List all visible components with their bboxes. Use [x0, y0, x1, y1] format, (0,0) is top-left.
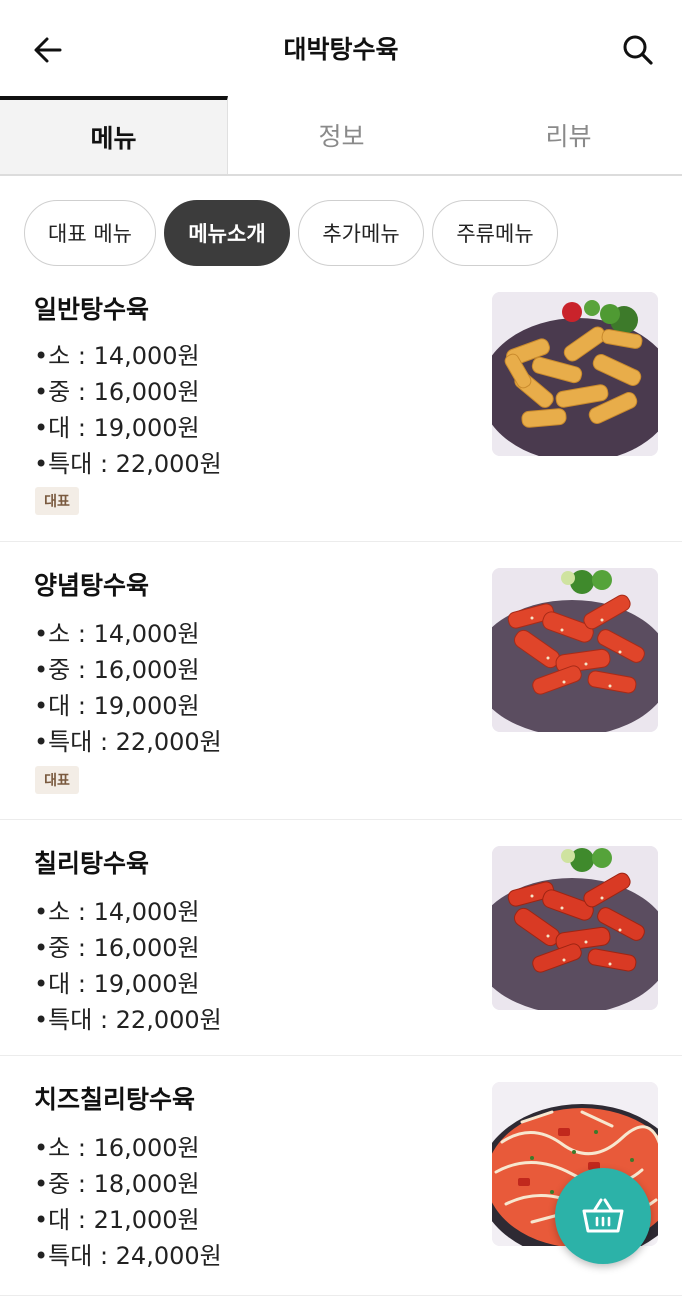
price-medium: •중 : 16,000원 — [34, 378, 200, 406]
menu-item-name: 치즈칠리탕수육 — [34, 1085, 196, 1114]
price-large: •대 : 19,000원 — [34, 414, 200, 442]
signature-badge: 대표 — [35, 766, 79, 794]
price-medium: •중 : 16,000원 — [34, 656, 200, 684]
tab-menu[interactable]: 메뉴 — [0, 96, 228, 174]
search-button[interactable] — [618, 30, 658, 70]
chip-signature-menu[interactable]: 대표 메뉴 — [24, 200, 156, 266]
price-extra-large: •특대 : 22,000원 — [34, 450, 222, 478]
chip-drinks-menu[interactable]: 주류메뉴 — [432, 200, 558, 266]
basket-icon — [582, 1198, 624, 1233]
price-large: •대 : 19,000원 — [34, 692, 200, 720]
food-image[interactable] — [492, 292, 658, 456]
price-small: •소 : 14,000원 — [34, 342, 200, 370]
price-small: •소 : 14,000원 — [34, 620, 200, 648]
price-large: •대 : 19,000원 — [34, 970, 200, 998]
search-icon — [623, 35, 653, 65]
tab-bar: 메뉴 정보 리뷰 — [0, 96, 682, 176]
tab-reviews[interactable]: 리뷰 — [455, 96, 682, 174]
menu-item[interactable]: 일반탕수육 •소 : 14,000원 •중 : 16,000원 •대 : 19,… — [0, 280, 682, 542]
chip-extra-menu[interactable]: 추가메뉴 — [298, 200, 424, 266]
price-extra-large: •특대 : 22,000원 — [34, 728, 222, 756]
category-chips: 대표 메뉴 메뉴소개 추가메뉴 주류메뉴 — [24, 200, 558, 266]
price-extra-large: •특대 : 22,000원 — [34, 1006, 222, 1034]
menu-item-name: 칠리탕수육 — [34, 849, 150, 878]
price-medium: •중 : 16,000원 — [34, 934, 200, 962]
price-extra-large: •특대 : 24,000원 — [34, 1242, 222, 1270]
tab-info[interactable]: 정보 — [228, 96, 455, 174]
page-title: 대박탕수육 — [283, 35, 399, 64]
price-small: •소 : 16,000원 — [34, 1134, 200, 1162]
signature-badge: 대표 — [35, 487, 79, 515]
menu-list: 일반탕수육 •소 : 14,000원 •중 : 16,000원 •대 : 19,… — [0, 280, 682, 1296]
menu-item-name: 양념탕수육 — [34, 571, 150, 600]
app-header: 대박탕수육 — [0, 0, 682, 96]
menu-item-name: 일반탕수육 — [34, 295, 150, 324]
chip-menu-intro[interactable]: 메뉴소개 — [164, 200, 290, 266]
food-image[interactable] — [492, 568, 658, 732]
price-medium: •중 : 18,000원 — [34, 1170, 200, 1198]
food-image[interactable] — [492, 846, 658, 1010]
price-small: •소 : 14,000원 — [34, 898, 200, 926]
menu-item[interactable]: 양념탕수육 •소 : 14,000원 •중 : 16,000원 •대 : 19,… — [0, 542, 682, 820]
price-large: •대 : 21,000원 — [34, 1206, 200, 1234]
cart-button[interactable] — [555, 1168, 651, 1264]
menu-item[interactable]: 칠리탕수육 •소 : 14,000원 •중 : 16,000원 •대 : 19,… — [0, 820, 682, 1056]
